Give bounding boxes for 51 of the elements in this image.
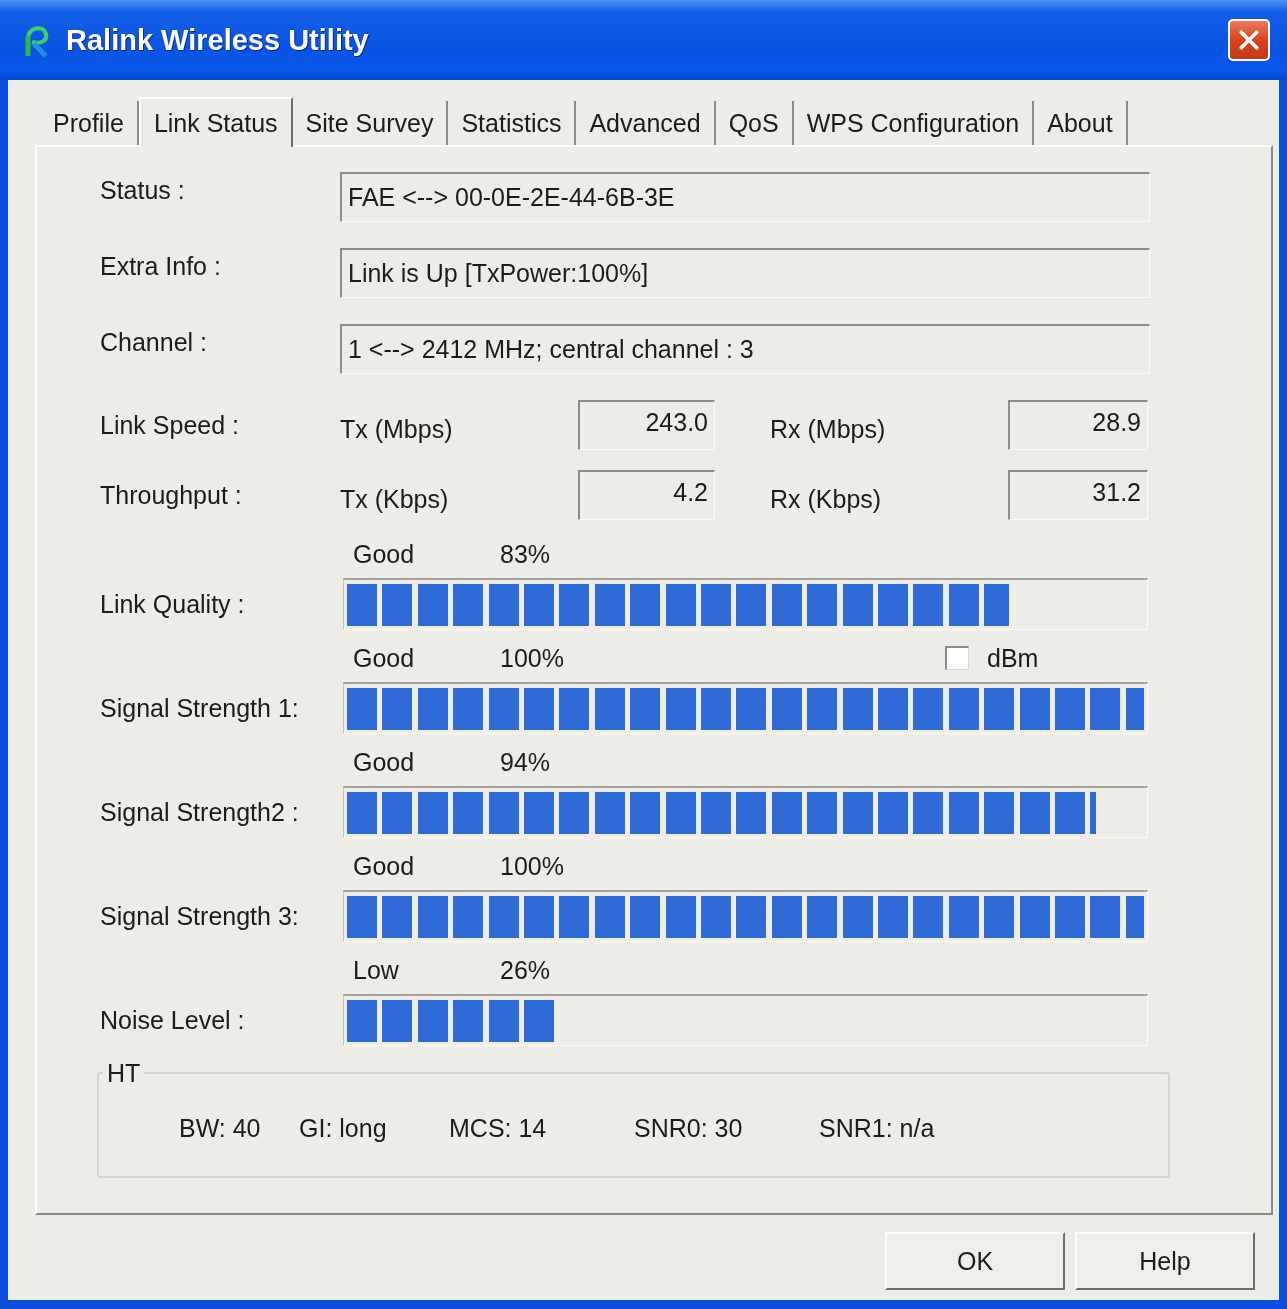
meter-label: Signal Strength2 : — [100, 797, 300, 827]
field-label: Extra Info : — [100, 251, 222, 282]
rx-label: Rx (Mbps) — [770, 413, 887, 444]
dbm-checkbox[interactable] — [945, 646, 969, 670]
window-title: Ralink Wireless Utility — [66, 23, 370, 57]
meter-label: Signal Strength 3: — [100, 901, 300, 931]
tab[interactable]: Advanced — [576, 101, 716, 145]
meter-label: Noise Level : — [100, 1005, 246, 1035]
ht-reading: BW: 40 — [179, 1114, 262, 1143]
meter-label: Link Quality : — [100, 589, 246, 619]
percent-reading: 26% — [500, 956, 552, 984]
group-title: HT — [106, 1060, 142, 1086]
percent-reading: 94% — [500, 748, 552, 776]
field-label: Channel : — [100, 327, 209, 358]
dialog-button[interactable]: OK — [885, 1232, 1065, 1290]
meter-label: Signal Strength 1: — [100, 693, 300, 723]
readout-display: FAE <--> 00-0E-2E-44-6B-3E — [340, 172, 1150, 222]
close-button[interactable] — [1228, 19, 1270, 61]
value-display: 28.9 — [1008, 400, 1148, 450]
tab[interactable]: About — [1034, 101, 1128, 145]
dialog-button[interactable]: Help — [1075, 1232, 1255, 1290]
quality-rating: Good — [353, 644, 416, 672]
ht-reading: MCS: 14 — [449, 1114, 548, 1143]
field-label: Throughput : — [100, 480, 243, 510]
readout-display: 1 <--> 2412 MHz; central channel : 3 — [340, 324, 1150, 374]
tab[interactable]: QoS — [715, 101, 794, 145]
percent-reading: 100% — [500, 852, 565, 880]
value-display: 4.2 — [578, 470, 715, 520]
quality-rating: Good — [353, 852, 416, 880]
close-icon — [1238, 29, 1260, 51]
ht-reading: SNR1: n/a — [819, 1114, 936, 1143]
tab[interactable]: Site Survey — [292, 101, 449, 145]
quality-rating: Good — [353, 748, 416, 776]
tab[interactable]: Statistics — [448, 101, 577, 145]
field-label: Link Speed : — [100, 410, 240, 440]
readout-display: Link is Up [TxPower:100%] — [340, 248, 1150, 298]
percent-reading: 83% — [500, 540, 552, 568]
checkbox-label: dBm — [987, 644, 1039, 672]
percent-reading: 100% — [500, 644, 565, 672]
tab[interactable]: WPS Configuration — [793, 101, 1035, 145]
value-display: 243.0 — [578, 400, 715, 450]
tx-label: Tx (Kbps) — [340, 483, 450, 514]
quality-rating: Good — [353, 540, 416, 568]
tab[interactable]: Link Status — [138, 97, 293, 147]
ht-reading: GI: long — [299, 1114, 388, 1143]
quality-rating: Low — [353, 956, 400, 984]
field-label: Status : — [100, 175, 186, 206]
ht-reading: SNR0: 30 — [634, 1114, 744, 1143]
tx-label: Tx (Mbps) — [340, 413, 454, 444]
rx-label: Rx (Kbps) — [770, 483, 883, 514]
value-display: 31.2 — [1008, 470, 1148, 520]
